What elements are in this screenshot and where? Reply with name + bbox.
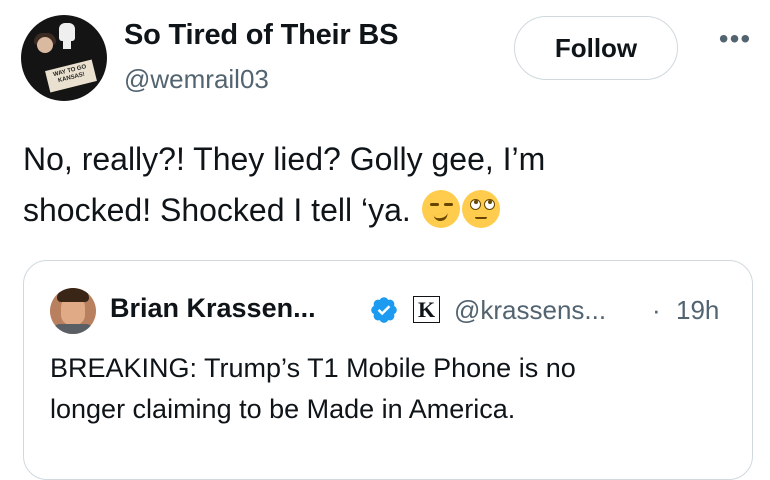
face-with-rolling-eyes-icon [461,190,500,228]
separator-dot: · [652,295,661,325]
affiliate-badge-icon: K [413,296,440,323]
quoted-author-handle[interactable]: @krassens... [454,295,606,326]
author-handle[interactable]: @wemrail03 [124,64,269,95]
avatar-sign: WAY TO GO KANSAS! [45,59,97,93]
quoted-author-name[interactable]: Brian Krassen... [110,293,316,324]
tweet-line-2: shocked! Shocked I tell ‘ya. [23,185,743,236]
more-options-icon[interactable]: ••• [716,22,754,60]
raised-fist-graphic [59,23,75,49]
quoted-author-avatar[interactable] [50,288,96,334]
follow-button[interactable]: Follow [514,16,678,80]
quoted-tweet[interactable]: Brian Krassen... K @krassens... · 19h BR… [23,260,753,480]
quoted-line-1: BREAKING: Trump’s T1 Mobile Phone is no [50,353,576,383]
tweet-line-1: No, really?! They lied? Golly gee, I’m [23,141,546,177]
quoted-line-2: longer claiming to be Made in America. [50,394,516,424]
author-avatar[interactable]: WAY TO GO KANSAS! [21,15,107,101]
quoted-timestamp[interactable]: 19h [676,295,719,326]
tweet-text: No, really?! They lied? Golly gee, I’m s… [23,134,743,236]
quoted-tweet-text: BREAKING: Trump’s T1 Mobile Phone is no … [50,348,730,430]
smirking-face-icon [421,190,460,228]
verified-badge-icon [371,297,397,323]
author-name[interactable]: So Tired of Their BS [124,19,398,52]
